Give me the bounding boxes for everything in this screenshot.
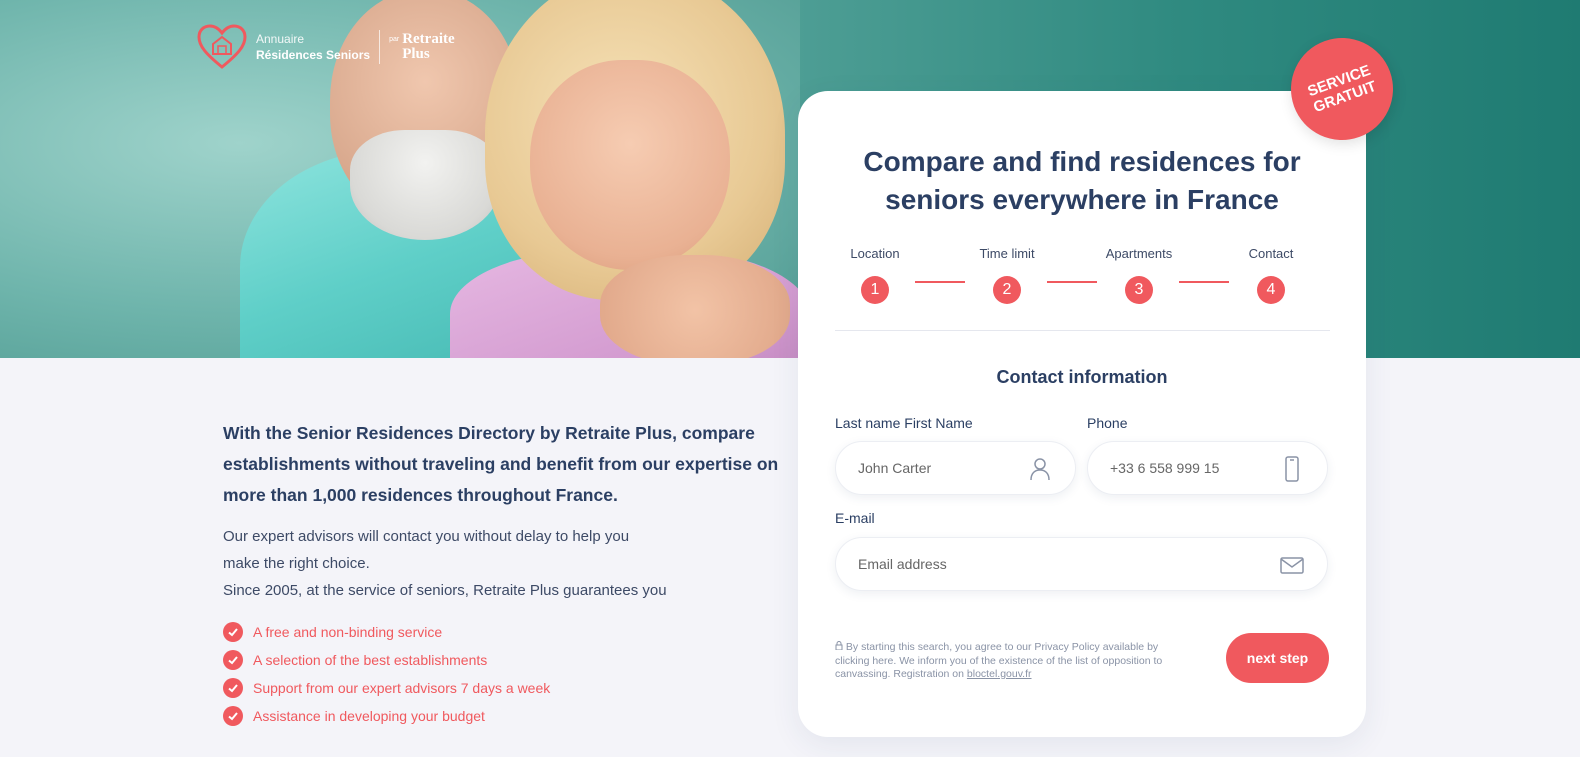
name-label: Last name First Name — [835, 415, 973, 431]
check-circle-icon — [223, 706, 243, 726]
check-circle-icon — [223, 650, 243, 670]
step-number: 3 — [1125, 276, 1153, 304]
email-field-wrapper — [835, 537, 1328, 591]
user-icon — [1030, 458, 1050, 481]
intro-lead: With the Senior Residences Directory by … — [223, 423, 779, 505]
step-time-limit[interactable]: Time limit 2 — [962, 246, 1052, 304]
logo-line1: Annuaire — [256, 32, 305, 46]
logo-divider — [379, 30, 381, 64]
form-title: Compare and find residences for seniors … — [798, 143, 1366, 219]
name-field-wrapper — [835, 441, 1076, 495]
progress-steps: Location 1 Time limit 2 Apartments 3 Con… — [836, 246, 1326, 306]
partner-logo: Retraite Plus — [402, 32, 454, 62]
phone-icon — [1285, 456, 1299, 482]
benefits-list: A free and non-binding service A selecti… — [223, 618, 783, 730]
email-input[interactable] — [858, 556, 1327, 572]
intro-body-line: Our expert advisors will contact you wit… — [223, 528, 630, 545]
photo-woman-face — [530, 60, 730, 270]
benefit-item: A free and non-binding service — [223, 618, 783, 646]
step-label: Contact — [1248, 246, 1294, 261]
bloctel-link[interactable]: bloctel.gouv.fr — [967, 668, 1032, 680]
step-apartments[interactable]: Apartments 3 — [1094, 246, 1184, 304]
form-divider — [835, 330, 1330, 331]
partner-line1: Retraite — [402, 31, 455, 47]
benefit-label: A selection of the best establishments — [253, 652, 488, 668]
intro-body-line: Since 2005, at the service of seniors, R… — [223, 582, 667, 599]
email-label: E-mail — [835, 510, 875, 526]
lock-icon — [835, 641, 843, 651]
step-number: 1 — [861, 276, 889, 304]
benefit-label: Support from our expert advisors 7 days … — [253, 680, 551, 696]
site-logo[interactable]: Annuaire Résidences Seniors par Retraite… — [196, 24, 455, 70]
benefit-item: Support from our expert advisors 7 days … — [223, 674, 783, 702]
legal-notice: By starting this search, you agree to ou… — [835, 641, 1185, 682]
benefit-item: A selection of the best establishments — [223, 646, 783, 674]
step-connector — [1047, 281, 1097, 283]
form-title-line: seniors everywhere in France — [885, 184, 1279, 215]
intro-section: With the Senior Residences Directory by … — [223, 418, 783, 730]
photo-man-beard — [350, 130, 500, 240]
benefit-label: Assistance in developing your budget — [253, 708, 485, 724]
logo-wordmark: Annuaire Résidences Seniors — [256, 31, 370, 63]
step-connector — [1179, 281, 1229, 283]
step-label: Time limit — [979, 246, 1035, 261]
step-connector — [915, 281, 965, 283]
step-number: 2 — [993, 276, 1021, 304]
step-location[interactable]: Location 1 — [830, 246, 920, 304]
benefit-label: A free and non-binding service — [253, 624, 443, 640]
check-circle-icon — [223, 622, 243, 642]
step-label: Apartments — [1105, 246, 1173, 261]
search-form-card: Compare and find residences for seniors … — [798, 91, 1366, 737]
next-step-button[interactable]: next step — [1226, 633, 1329, 683]
logo-par: par — [389, 36, 400, 43]
check-circle-icon — [223, 678, 243, 698]
partner-line2: Plus — [402, 46, 430, 62]
section-title: Contact information — [996, 367, 1168, 387]
intro-body-line: make the right choice. — [223, 555, 370, 572]
step-label: Location — [850, 246, 900, 261]
form-title-line: Compare and find residences for — [863, 146, 1301, 177]
step-contact[interactable]: Contact 4 — [1226, 246, 1316, 304]
logo-line2: Résidences Seniors — [256, 48, 371, 62]
photo-hands — [600, 255, 790, 358]
phone-field-wrapper — [1087, 441, 1328, 495]
step-number: 4 — [1257, 276, 1285, 304]
benefit-item: Assistance in developing your budget — [223, 702, 783, 730]
heart-house-icon — [197, 24, 247, 69]
phone-label: Phone — [1087, 415, 1128, 431]
envelope-icon — [1280, 557, 1304, 574]
intro-body: Our expert advisors will contact you wit… — [223, 523, 783, 604]
